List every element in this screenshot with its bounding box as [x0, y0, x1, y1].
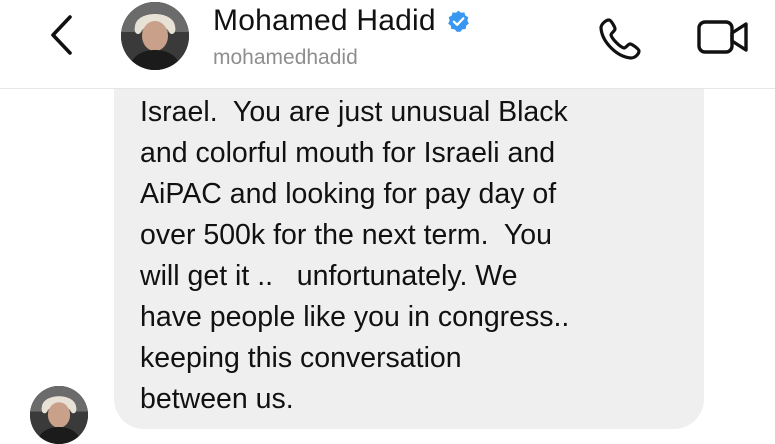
message-text: Israel. You are just unusual Black and c… — [140, 92, 670, 420]
profile-photo — [121, 2, 189, 70]
chat-header: Mohamed Hadid mohamedhadid — [0, 0, 775, 89]
message-thread: Israel. You are just unusual Black and c… — [0, 89, 775, 438]
message-line: over 500k for the next term. You — [140, 219, 552, 251]
message-line: have people like you in congress.. — [140, 301, 570, 333]
phone-icon — [599, 18, 641, 60]
profile-photo — [30, 386, 88, 444]
contact-avatar[interactable] — [121, 2, 189, 70]
message-line: between us. — [140, 383, 294, 415]
sender-avatar[interactable] — [30, 386, 88, 444]
message-line: AiPAC and looking for pay day of — [140, 178, 557, 210]
verified-badge-icon — [447, 10, 469, 32]
message-line: Israel. You are just unusual Black — [140, 96, 568, 128]
video-call-button[interactable] — [695, 14, 751, 60]
voice-call-button[interactable] — [595, 14, 645, 64]
contact-username: mohamedhadid — [213, 46, 358, 69]
message-line: and colorful mouth for Israeli and — [140, 137, 556, 169]
chevron-left-icon — [51, 15, 72, 55]
back-button[interactable] — [42, 10, 82, 60]
video-camera-icon — [697, 20, 748, 54]
message-line: will get it .. unfortunately. We — [140, 260, 518, 292]
contact-name-row: Mohamed Hadid — [213, 2, 471, 40]
contact-name[interactable]: Mohamed Hadid — [213, 4, 436, 38]
message-line: keeping this conversation — [140, 342, 462, 374]
